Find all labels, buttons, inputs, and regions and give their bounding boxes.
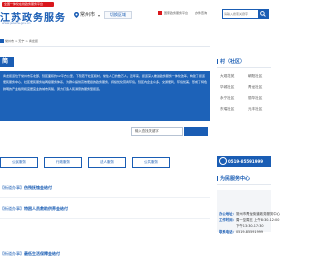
heading-bar	[217, 59, 218, 64]
service-center-title: 为民服务中心	[220, 176, 251, 182]
service-search-button[interactable]	[184, 127, 208, 136]
search-button[interactable]	[258, 10, 268, 18]
center-phone: 联系电话：0519-85591999	[219, 230, 263, 235]
village-item[interactable]: 大观花苑	[220, 72, 245, 81]
home-icon[interactable]	[0, 39, 4, 43]
intro-heading: 简	[0, 57, 14, 67]
divider	[0, 197, 210, 198]
list-item-tag: 【街道办事】	[0, 206, 24, 211]
list-item-tag: 【街道办事】	[0, 251, 24, 256]
breadcrumb-text[interactable]: 常州市 > 天宁 > 青龙街	[5, 39, 38, 43]
village-item[interactable]: 元丰社区	[248, 105, 273, 114]
heading-bar	[217, 176, 218, 181]
search-input[interactable]	[224, 11, 258, 17]
village-item[interactable]: 永宁社区	[220, 94, 245, 103]
list-item[interactable]: 【街道办事】伤残抚恤金给付	[0, 184, 210, 192]
list-item-tag: 【街道办事】	[0, 185, 24, 190]
list-item[interactable]: 【街道办事】特困人员救助供养金给付	[0, 205, 210, 213]
phone-label: 联系电话：	[219, 230, 236, 234]
divider	[0, 46, 210, 47]
current-location[interactable]: 常州市	[80, 12, 95, 18]
divider	[0, 218, 210, 219]
tab-administrative[interactable]: 行政服务	[44, 157, 82, 168]
intro-text: 青龙街道位于常州市东北部，辖区面积约12平方公里，下辖若干社区和村，常住人口约数…	[0, 71, 210, 121]
villages-title: 村（社区）	[220, 59, 246, 65]
category-tabs: 公民服务 行政服务 法人服务 公共服务	[0, 157, 210, 169]
village-item[interactable]: 华城社区	[220, 83, 245, 92]
phone-icon	[219, 157, 227, 165]
hours-label: 工作时间：	[219, 218, 236, 222]
village-item[interactable]: 青龙社区	[248, 83, 273, 92]
top-link-national[interactable]: 国家政务服务平台	[164, 11, 188, 15]
switch-region-button[interactable]: 切换区域	[104, 11, 132, 19]
site-search	[222, 9, 269, 19]
service-center-heading: 为民服务中心	[217, 174, 271, 185]
tab-public[interactable]: 公共服务	[132, 157, 170, 168]
address-label: 办公地址：	[219, 212, 236, 216]
tab-legal-person[interactable]: 法人服务	[88, 157, 126, 168]
search-icon	[260, 11, 266, 17]
top-links: 国家政务服务平台 办件查询	[158, 11, 213, 16]
platform-badge[interactable]: 全国一体化在线政务服务平台	[2, 2, 54, 7]
site-header: 全国一体化在线政务服务平台 江苏政务服务 www.jszwfw.gov.cn 常…	[0, 0, 271, 30]
emblem-icon	[158, 11, 162, 15]
center-hours-2: 下午13:30-17:30	[236, 224, 264, 228]
center-address: 办公地址：常州市青龙街道政务服务中心	[219, 212, 280, 217]
location-pin-icon	[74, 12, 79, 18]
hours-value: 周一至周五 上午8:30-12:00	[235, 218, 280, 222]
tab-citizen[interactable]: 公民服务	[0, 157, 38, 168]
top-link-query[interactable]: 办件查询	[195, 11, 207, 15]
service-search-input[interactable]: 输入查找关键字	[131, 127, 183, 136]
villages-heading: 村（社区）	[217, 57, 271, 68]
list-item-name[interactable]: 最低生活保障金给付	[24, 251, 60, 256]
breadcrumb: 常州市 > 天宁 > 青龙街	[0, 39, 200, 44]
chevron-down-icon[interactable]: ▾	[98, 13, 100, 18]
list-item[interactable]: 【街道办事】最低生活保障金给付	[0, 250, 210, 258]
phone-value: 0519-85591999	[235, 230, 264, 234]
list-item-name[interactable]: 伤残抚恤金给付	[24, 185, 52, 190]
village-item[interactable]: 丽华社区	[248, 94, 273, 103]
village-item[interactable]: 朝阳社区	[248, 72, 273, 81]
address-value: 常州市青龙街道政务服务中心	[235, 212, 281, 216]
village-item[interactable]: 东瑞社区	[220, 105, 245, 114]
center-hours: 工作时间：周一至周五 上午8:30-12:00	[219, 218, 279, 223]
site-url: www.jszwfw.gov.cn	[2, 21, 31, 25]
list-item-name[interactable]: 特困人员救助供养金给付	[24, 206, 68, 211]
